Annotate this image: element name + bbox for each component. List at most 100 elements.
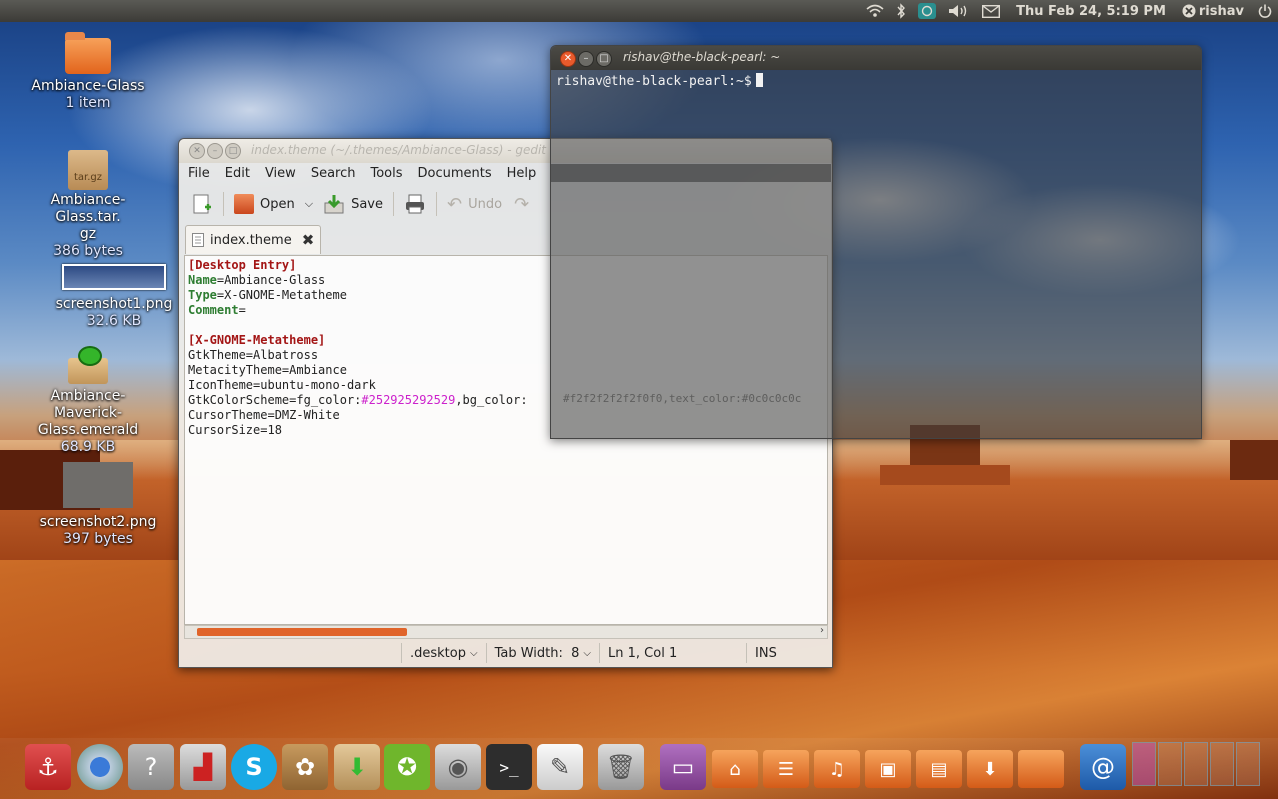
- desktop-item-ambiance-glass-tar[interactable]: tar.gz Ambiance-Glass.tar. gz 386 bytes: [18, 150, 158, 260]
- desktop-item-label: screenshot2.png: [39, 514, 157, 530]
- terminal-titlebar[interactable]: ✕ – □ rishav@the-black-pearl: ~: [551, 46, 1201, 70]
- terminal-cursor: [755, 73, 763, 87]
- archive-badge: tar.gz: [73, 172, 103, 183]
- desktop-item-label: screenshot1.png: [55, 296, 173, 312]
- menu-search[interactable]: Search: [302, 163, 362, 185]
- desktop-item-ambiance-glass[interactable]: Ambiance-Glass 1 item: [18, 32, 158, 112]
- mail-icon[interactable]: [982, 0, 1001, 22]
- minimize-button[interactable]: –: [578, 51, 594, 67]
- scrollbar-thumb[interactable]: [197, 628, 407, 636]
- undo-button-label: Undo: [468, 196, 503, 212]
- app-indicator-icon[interactable]: [918, 0, 937, 22]
- emerald-package-icon: [66, 346, 110, 386]
- scroll-right-icon[interactable]: ›: [820, 625, 824, 636]
- music-folder-icon[interactable]: ♫: [814, 750, 860, 788]
- text-file-icon: [192, 233, 204, 247]
- wallpaper-mesa-right-base: [880, 465, 1010, 485]
- menu-file[interactable]: File: [179, 163, 216, 185]
- power-icon[interactable]: [1258, 0, 1272, 22]
- undo-button[interactable]: ↶ Undo: [441, 189, 508, 219]
- print-button[interactable]: [398, 189, 432, 219]
- clock[interactable]: Thu Feb 24, 5:19 PM: [1016, 4, 1166, 19]
- image-icon: [62, 264, 166, 290]
- desktop-item-subtitle: 68.9 KB: [60, 439, 116, 455]
- open-recent-dropdown[interactable]: ⌵: [301, 189, 317, 219]
- minimize-button[interactable]: –: [207, 143, 223, 159]
- menu-documents[interactable]: Documents: [409, 163, 498, 185]
- skype-icon[interactable]: S: [231, 744, 277, 790]
- computer-icon[interactable]: ▭: [660, 744, 706, 790]
- statusbar: .desktop ⌵ Tab Width: 8 ⌵ Ln 1, Col 1 IN…: [179, 641, 832, 665]
- pictures-folder-icon[interactable]: ▣: [865, 750, 911, 788]
- videos-folder-icon[interactable]: ▤: [916, 750, 962, 788]
- menubar: File Edit View Search Tools Documents He…: [179, 163, 542, 185]
- volume-icon[interactable]: [948, 0, 970, 22]
- wifi-icon[interactable]: [866, 0, 884, 22]
- joystick-icon[interactable]: ▟: [180, 744, 226, 790]
- tab-width-selector[interactable]: Tab Width: 8 ⌵: [485, 643, 599, 663]
- language-label: .desktop: [410, 645, 466, 661]
- dock: ⚓ ? ▟ S ✿ ⬇ ✪ ◉ >_ ✎ 🗑 ▭ ⌂ ☰ ♫ ▣ ▤ ⬇ @: [0, 738, 1278, 799]
- desktop-item-ambiance-maverick-glass[interactable]: Ambiance-Maverick- Glass.emerald 68.9 KB: [18, 346, 158, 456]
- bluetooth-icon[interactable]: [896, 0, 906, 22]
- tab-index-theme[interactable]: index.theme ✖: [185, 225, 322, 254]
- home-folder-icon[interactable]: ⌂: [712, 750, 758, 788]
- menu-edit[interactable]: Edit: [216, 163, 256, 185]
- document-tabs: index.theme ✖: [185, 225, 322, 255]
- terminal-title: rishav@the-black-pearl: ~: [623, 50, 781, 64]
- desktop-item-subtitle: 397 bytes: [63, 531, 133, 547]
- close-button[interactable]: ✕: [560, 51, 576, 67]
- desktop-item-subtitle: 386 bytes: [53, 243, 123, 259]
- horizontal-scrollbar[interactable]: ›: [184, 625, 828, 639]
- menu-help[interactable]: Help: [498, 163, 543, 185]
- redo-icon: ↷: [514, 193, 530, 215]
- save-button[interactable]: Save: [317, 189, 389, 219]
- folder-icon: [65, 32, 111, 74]
- disk-icon[interactable]: ◉: [435, 744, 481, 790]
- menu-view[interactable]: View: [256, 163, 302, 185]
- close-button[interactable]: ✕: [189, 143, 205, 159]
- download-folder-icon[interactable]: ⬇: [967, 750, 1013, 788]
- printer-icon: [406, 194, 424, 214]
- undo-icon: ↶: [447, 193, 463, 215]
- toolbar-separator: [393, 192, 394, 216]
- chevron-down-icon: ⌵: [304, 197, 314, 210]
- toolbar-separator: [223, 192, 224, 216]
- open-folder-icon: [234, 194, 254, 214]
- save-icon: [324, 195, 344, 214]
- chromium-icon[interactable]: [77, 744, 123, 790]
- ubuntu-software-icon[interactable]: ✿: [282, 744, 328, 790]
- chevron-down-icon: ⌵: [583, 647, 592, 659]
- trash-icon[interactable]: 🗑: [598, 744, 644, 790]
- maximize-button[interactable]: □: [225, 143, 241, 159]
- redo-button[interactable]: ↷: [508, 189, 535, 219]
- maximize-button[interactable]: □: [596, 51, 612, 67]
- user-icon: [1182, 0, 1196, 22]
- user-name[interactable]: rishav: [1199, 4, 1244, 19]
- text-editor-icon[interactable]: ✎: [537, 744, 583, 790]
- terminal-output[interactable]: rishav@the-black-pearl:~$: [556, 73, 763, 89]
- archive-icon: tar.gz: [68, 150, 108, 190]
- close-tab-icon[interactable]: ✖: [302, 231, 315, 249]
- mail-icon[interactable]: @: [1080, 744, 1126, 790]
- folder-icon[interactable]: [1018, 750, 1064, 788]
- language-selector[interactable]: .desktop ⌵: [401, 643, 486, 663]
- anchor-icon[interactable]: ⚓: [25, 744, 71, 790]
- desktop-item-screenshot2[interactable]: screenshot2.png 397 bytes: [28, 462, 168, 548]
- tab-width-label: Tab Width: 8: [494, 645, 580, 661]
- open-button-label: Open: [260, 196, 295, 212]
- cursor-position-label: Ln 1, Col 1: [608, 645, 678, 661]
- menu-tools[interactable]: Tools: [361, 163, 408, 185]
- new-document-button[interactable]: [185, 189, 219, 219]
- desktop-item-subtitle: 32.6 KB: [86, 313, 142, 329]
- save-button-label: Save: [351, 196, 383, 212]
- terminal-window: ✕ – □ rishav@the-black-pearl: ~ #f2f2f2f…: [550, 45, 1202, 439]
- open-button[interactable]: Open: [228, 189, 301, 219]
- help-icon[interactable]: ?: [128, 744, 174, 790]
- documents-folder-icon[interactable]: ☰: [763, 750, 809, 788]
- window-title: index.theme (~/.themes/Ambiance-Glass) -…: [251, 143, 546, 157]
- ubuntu-one-icon[interactable]: ✪: [384, 744, 430, 790]
- downloads-folder-icon[interactable]: ⬇: [334, 744, 380, 790]
- desktop-item-screenshot1[interactable]: screenshot1.png 32.6 KB: [44, 264, 184, 330]
- terminal-icon[interactable]: >_: [486, 744, 532, 790]
